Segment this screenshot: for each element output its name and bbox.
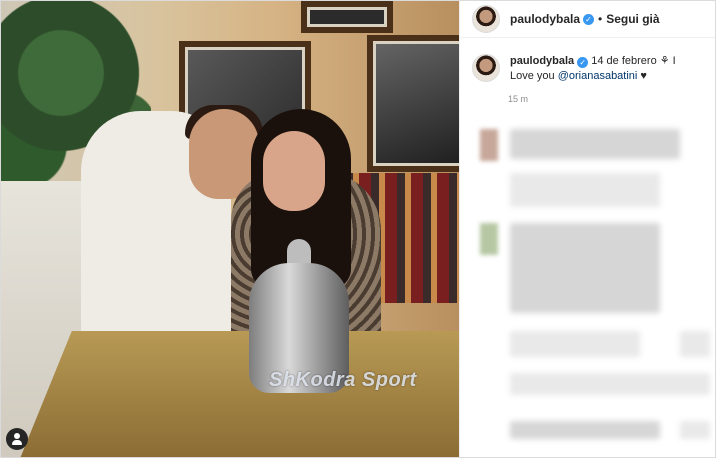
blurred-comment xyxy=(510,223,660,313)
caption-username[interactable]: paulodybala xyxy=(510,55,574,67)
blurred-comment xyxy=(680,421,710,439)
blurred-comment xyxy=(510,421,660,439)
blurred-comment xyxy=(510,173,660,207)
watermark: ShKodra Sport xyxy=(269,369,417,391)
post-time: 15 m xyxy=(508,94,529,104)
caption-message-prefix: Love you xyxy=(510,70,558,82)
username-link[interactable]: paulodybala xyxy=(510,12,580,26)
following-button[interactable]: Segui già xyxy=(606,12,659,26)
blurred-comment xyxy=(510,373,710,395)
avatar[interactable] xyxy=(472,5,500,33)
user-tag-icon[interactable] xyxy=(6,428,28,450)
photo-table xyxy=(19,331,459,457)
instagram-post-view: ShKodra Sport paulodybala ✓ • Segui già … xyxy=(0,0,716,458)
blurred-comment xyxy=(510,129,680,159)
caption-symbol: ⚘ I xyxy=(659,55,676,67)
header-separator: • xyxy=(598,12,603,26)
blurred-comment xyxy=(680,331,710,357)
photo-framed-picture xyxy=(301,1,393,33)
blurred-comment xyxy=(510,331,640,357)
photo-framed-picture xyxy=(367,35,459,172)
caption-date: 14 de febrero xyxy=(591,55,657,67)
verified-badge-icon: ✓ xyxy=(577,57,589,68)
caption-heart: ♥ xyxy=(637,70,647,82)
post-caption: paulodybala ✓ 14 de febrero ⚘ I Love you … xyxy=(460,38,715,84)
post-photo[interactable]: ShKodra Sport xyxy=(1,1,459,457)
verified-badge-icon: ✓ xyxy=(583,13,595,25)
post-header: paulodybala ✓ • Segui già xyxy=(460,1,715,38)
mention-link[interactable]: @orianasabatini xyxy=(558,70,638,82)
photo-person-woman-face xyxy=(263,131,325,211)
blurred-comment-avatar xyxy=(480,223,498,255)
caption-text: paulodybala ✓ 14 de febrero ⚘ I Love you … xyxy=(510,54,676,84)
caption-avatar[interactable] xyxy=(472,54,500,82)
post-sidebar: paulodybala ✓ • Segui già paulodybala ✓ 1… xyxy=(459,1,715,457)
blurred-comment-avatar xyxy=(480,129,498,161)
